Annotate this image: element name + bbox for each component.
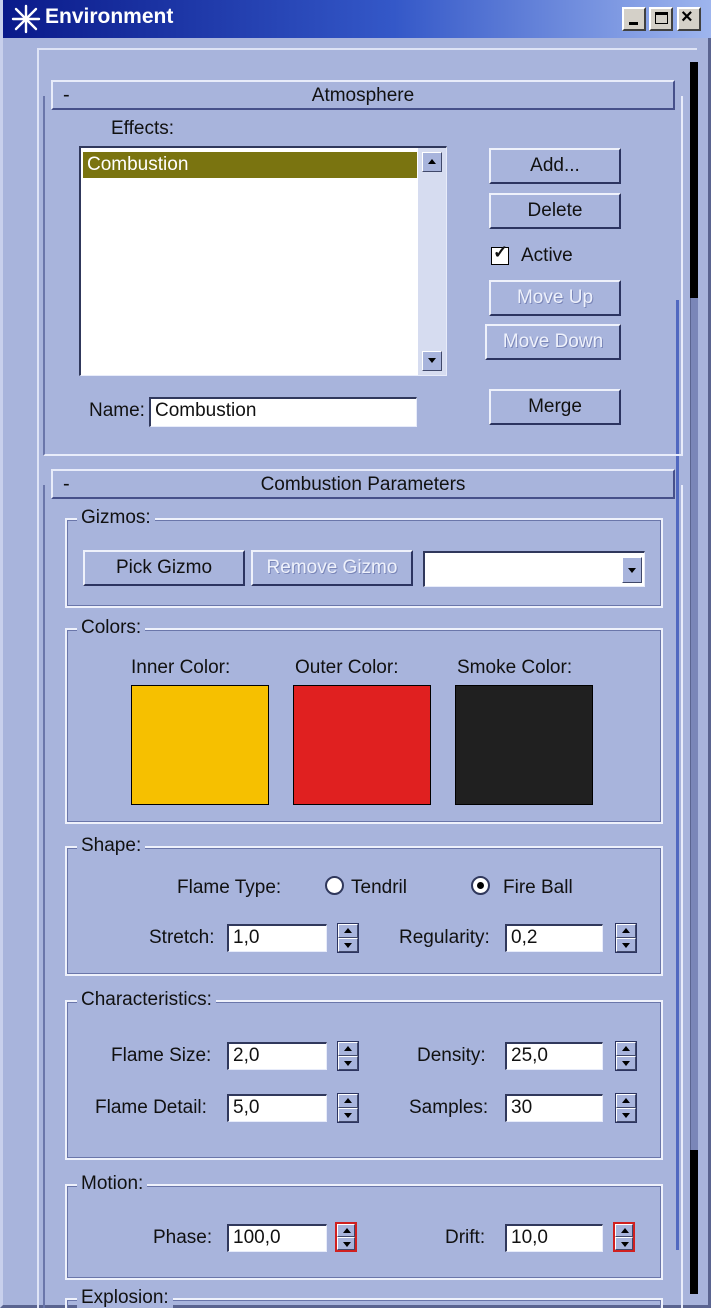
maximize-button[interactable] <box>649 7 673 31</box>
effects-list[interactable]: Combustion <box>79 146 447 376</box>
outer-color-swatch[interactable] <box>293 685 431 805</box>
inner-color-swatch[interactable] <box>131 685 269 805</box>
effect-name-input[interactable]: Combustion <box>149 397 417 427</box>
inner-color-label: Inner Color: <box>131 657 231 678</box>
density-label: Density: <box>417 1045 486 1066</box>
flame-detail-input[interactable]: 5,0 <box>227 1094 327 1122</box>
flame-size-spinner[interactable] <box>337 1041 359 1071</box>
window-title: Environment <box>45 5 174 28</box>
gizmos-title: Gizmos: <box>77 507 155 529</box>
shape-title: Shape: <box>77 835 146 857</box>
scroll-up-icon[interactable] <box>422 152 442 172</box>
add-button[interactable]: Add... <box>489 148 621 184</box>
name-label: Name: <box>89 400 145 421</box>
panel-scroll-thumb-lower[interactable] <box>690 1150 698 1294</box>
minimize-button[interactable] <box>622 7 646 31</box>
move-down-button[interactable]: Move Down <box>485 324 621 360</box>
scroll-down-icon[interactable] <box>422 351 442 371</box>
explosion-title: Explosion: <box>77 1287 173 1308</box>
list-item[interactable]: Combustion <box>83 152 417 178</box>
outer-color-label: Outer Color: <box>295 657 399 678</box>
flame-size-label: Flame Size: <box>111 1045 212 1066</box>
flame-detail-spinner[interactable] <box>337 1093 359 1123</box>
colors-title: Colors: <box>77 617 146 639</box>
smoke-color-swatch[interactable] <box>455 685 593 805</box>
explosion-group: Explosion: <box>65 1287 663 1308</box>
phase-spinner[interactable] <box>335 1222 357 1252</box>
drift-spinner[interactable] <box>613 1222 635 1252</box>
maximize-icon <box>655 12 668 24</box>
active-label: Active <box>521 245 573 266</box>
shape-group: Shape: <box>65 835 663 976</box>
list-scrollbar[interactable] <box>418 148 446 375</box>
active-checkbox[interactable]: ✓ <box>491 242 509 265</box>
chevron-down-icon[interactable] <box>622 557 642 583</box>
minimize-icon <box>629 22 638 25</box>
motion-title: Motion: <box>77 1173 148 1195</box>
tendril-radio[interactable] <box>325 876 344 895</box>
fireball-radio[interactable] <box>471 876 490 895</box>
characteristics-group: Characteristics: <box>65 989 663 1160</box>
fireball-label: Fire Ball <box>503 877 573 898</box>
samples-label: Samples: <box>409 1097 489 1118</box>
characteristics-title: Characteristics: <box>77 989 216 1011</box>
title-bar[interactable]: Environment × <box>3 0 711 38</box>
gizmo-select[interactable] <box>423 551 645 587</box>
effects-label: Effects: <box>111 118 175 139</box>
phase-label: Phase: <box>153 1227 213 1248</box>
stretch-spinner[interactable] <box>337 923 359 953</box>
tendril-label: Tendril <box>351 877 407 898</box>
move-up-button[interactable]: Move Up <box>489 280 621 316</box>
flame-type-label: Flame Type: <box>177 877 282 898</box>
checkmark-icon: ✓ <box>493 242 509 262</box>
regularity-input[interactable]: 0,2 <box>505 924 603 952</box>
flame-size-input[interactable]: 2,0 <box>227 1042 327 1070</box>
panel-scroll-thumb[interactable] <box>690 62 698 298</box>
drift-input[interactable]: 10,0 <box>505 1224 603 1252</box>
regularity-spinner[interactable] <box>615 923 637 953</box>
close-button[interactable]: × <box>677 6 701 31</box>
merge-button[interactable]: Merge <box>489 389 621 425</box>
drift-label: Drift: <box>445 1227 486 1248</box>
remove-gizmo-button[interactable]: Remove Gizmo <box>251 550 413 586</box>
stretch-input[interactable]: 1,0 <box>227 924 327 952</box>
radio-selected-icon <box>477 882 484 889</box>
pick-gizmo-button[interactable]: Pick Gizmo <box>83 550 245 586</box>
samples-spinner[interactable] <box>615 1093 637 1123</box>
environment-window: Environment × - Atmosphere Effects: Comb… <box>0 0 711 1308</box>
flame-detail-label: Flame Detail: <box>95 1097 207 1118</box>
stretch-label: Stretch: <box>149 927 215 948</box>
regularity-label: Regularity: <box>399 927 490 948</box>
smoke-color-label: Smoke Color: <box>457 657 573 678</box>
density-spinner[interactable] <box>615 1041 637 1071</box>
delete-button[interactable]: Delete <box>489 193 621 229</box>
close-icon: × <box>681 6 693 28</box>
samples-input[interactable]: 30 <box>505 1094 603 1122</box>
phase-input[interactable]: 100,0 <box>227 1224 327 1252</box>
density-input[interactable]: 25,0 <box>505 1042 603 1070</box>
star-burst-icon <box>11 4 41 34</box>
